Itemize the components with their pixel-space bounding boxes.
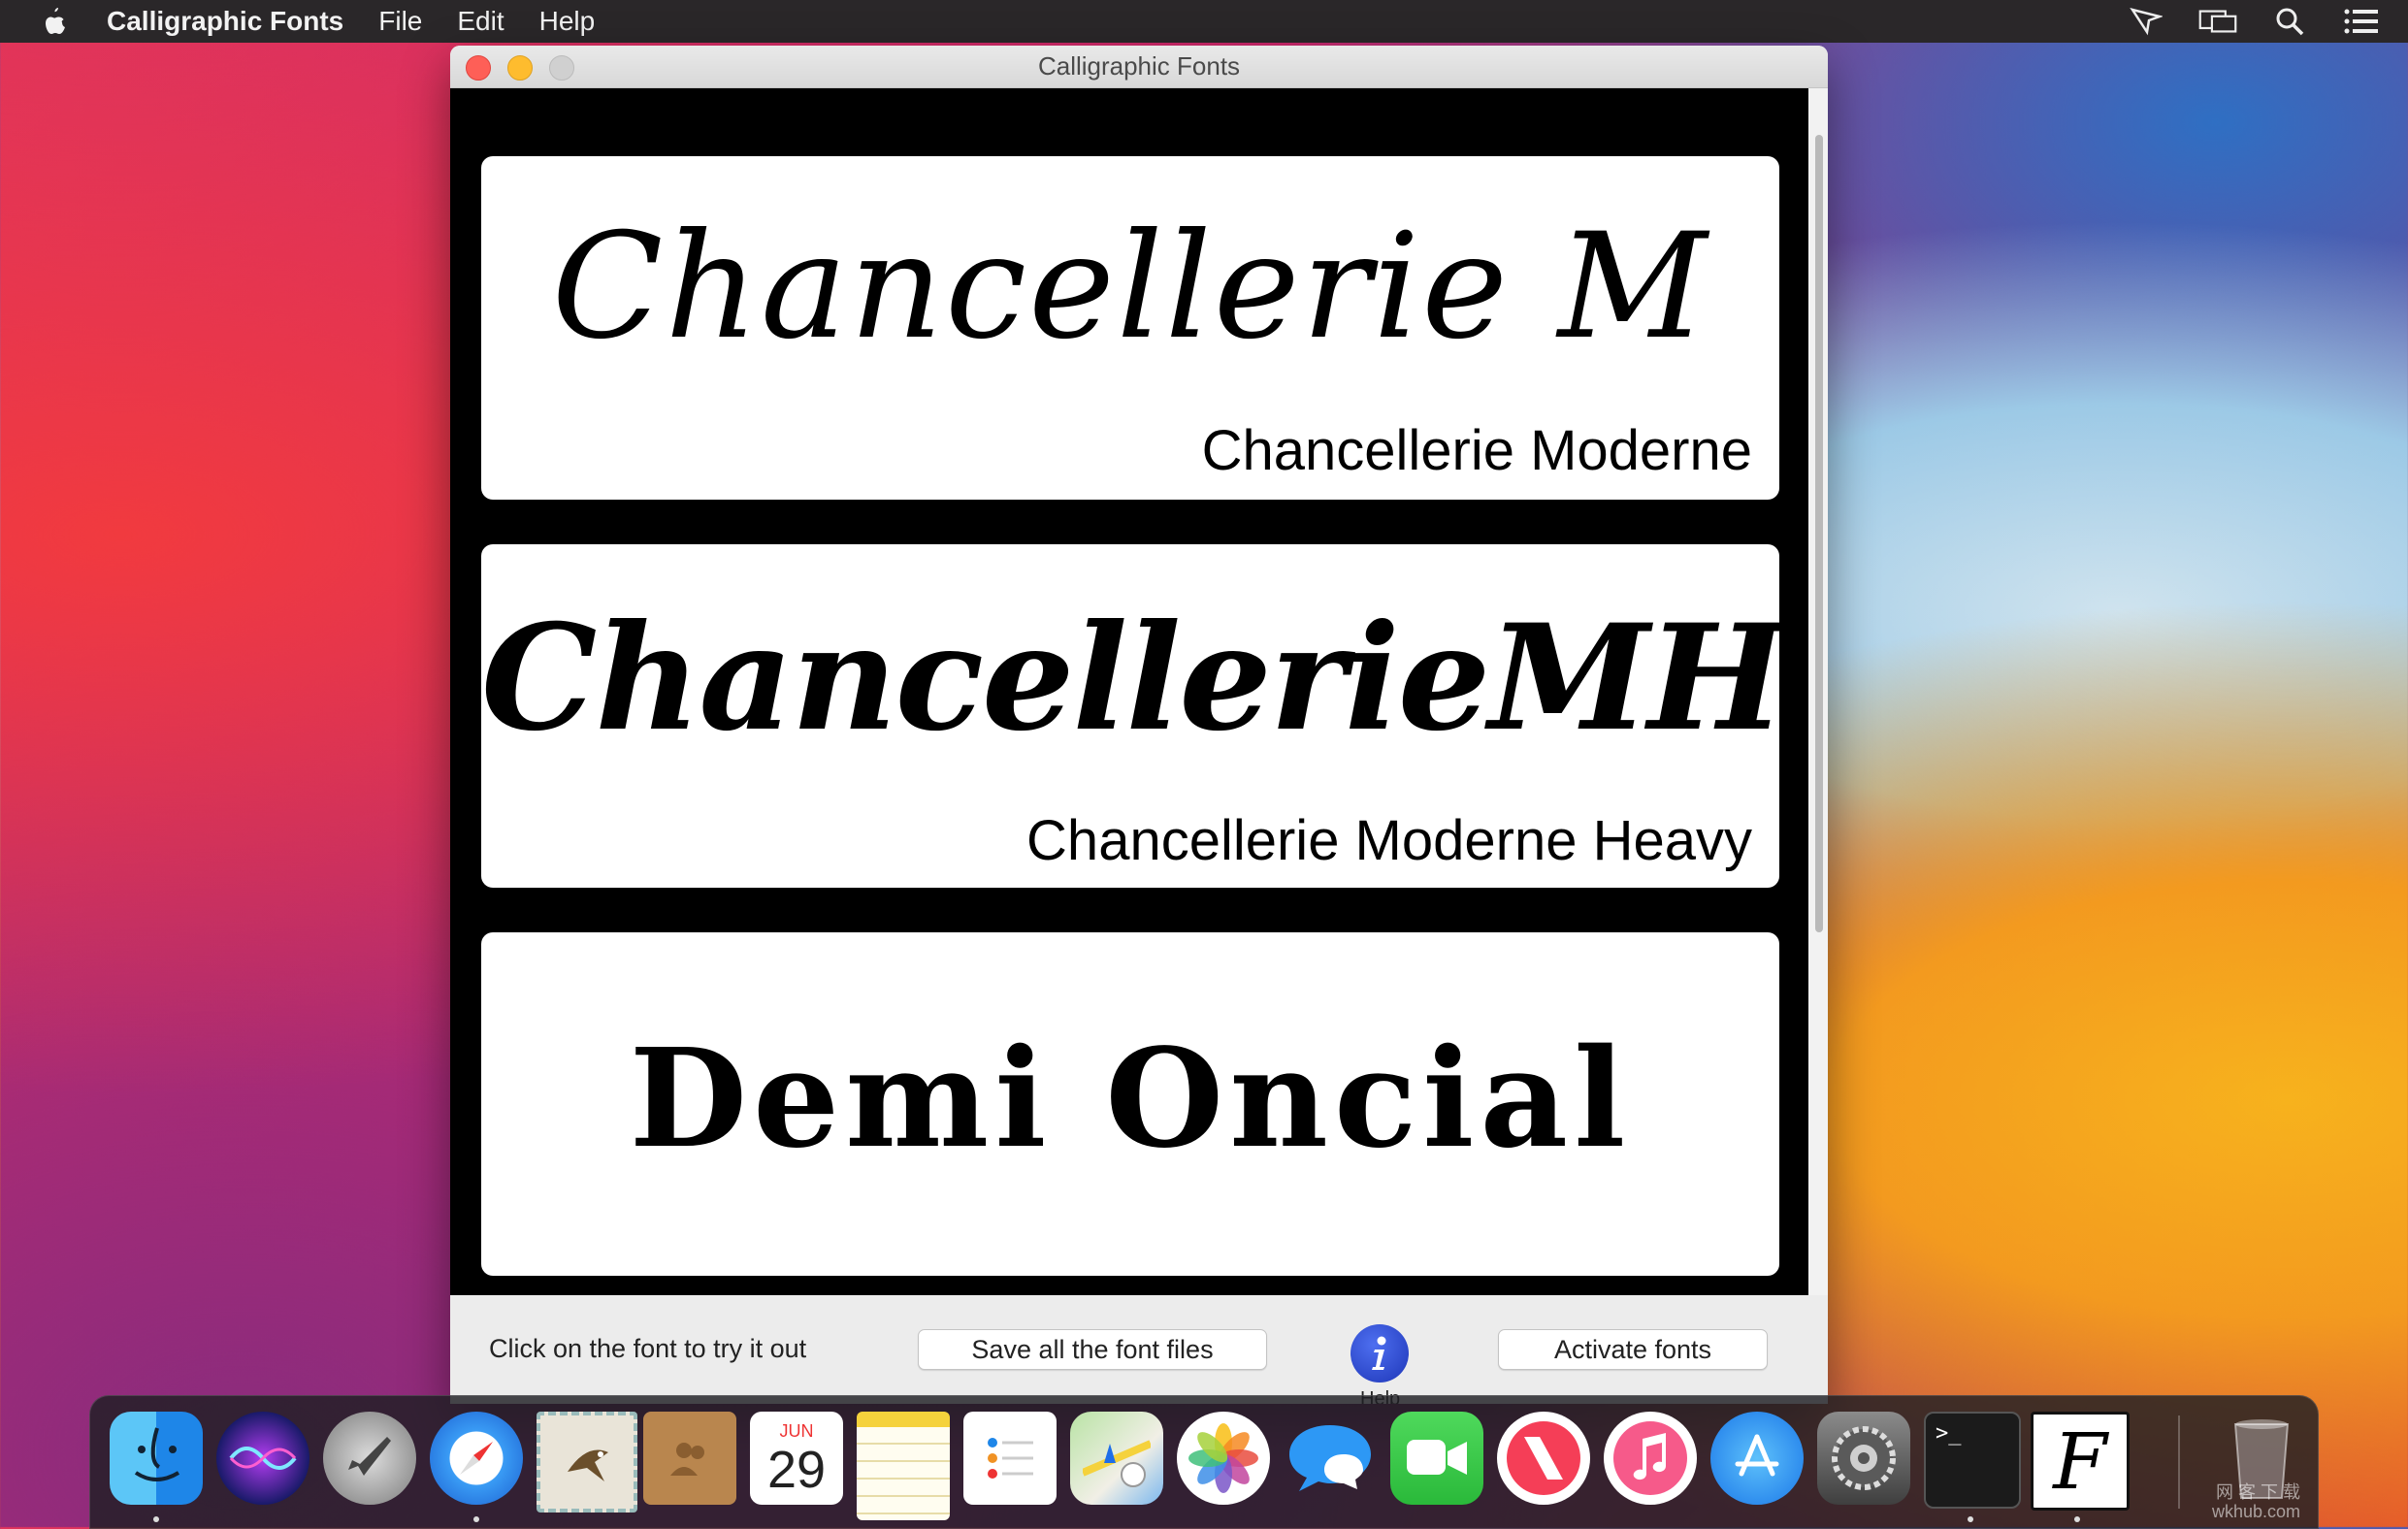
window-controls	[466, 55, 574, 81]
font-sample: Chancellerie M	[551, 203, 1709, 372]
activate-fonts-button[interactable]: Activate fonts	[1498, 1329, 1768, 1370]
contacts-icon[interactable]	[643, 1412, 736, 1505]
watermark: 网 客 下 载 wkhub.com	[2212, 1483, 2300, 1522]
calendar-day: 29	[766, 1440, 827, 1499]
facetime-icon[interactable]	[1390, 1412, 1483, 1505]
app-letter: F	[2053, 1415, 2107, 1507]
photos-icon[interactable]	[1177, 1412, 1270, 1505]
close-window-button[interactable]	[466, 55, 491, 81]
music-icon[interactable]	[1604, 1412, 1697, 1505]
font-card-chancellerie-moderne[interactable]: Chancellerie M Chancellerie Moderne	[481, 156, 1779, 500]
help-button[interactable]	[1350, 1324, 1409, 1383]
bottom-controls: Click on the font to try it out Save all…	[450, 1295, 1828, 1404]
messages-icon[interactable]	[1284, 1412, 1377, 1505]
terminal-prompt: >_	[1936, 1421, 1962, 1446]
watermark-line1: 网 客 下 载	[2215, 1482, 2300, 1503]
dock: JUN 29 >_ F 网 客 下 载 wkhub.com	[89, 1395, 2319, 1529]
news-icon[interactable]	[1497, 1412, 1590, 1505]
reminders-icon[interactable]	[963, 1412, 1057, 1505]
notification-center-icon[interactable]	[2342, 5, 2381, 38]
status-area	[2127, 0, 2381, 43]
dock-divider	[2178, 1415, 2180, 1509]
menu-app-name[interactable]: Calligraphic Fonts	[107, 6, 343, 37]
menu-edit[interactable]: Edit	[457, 6, 504, 37]
running-indicator	[473, 1516, 479, 1522]
display-mirroring-icon[interactable]	[2198, 5, 2237, 38]
vertical-scrollbar[interactable]	[1808, 88, 1828, 1295]
notes-icon[interactable]	[857, 1412, 950, 1520]
window-title: Calligraphic Fonts	[1037, 51, 1241, 81]
calendar-month: JUN	[779, 1420, 814, 1441]
zoom-window-button[interactable]	[549, 55, 574, 81]
calendar-icon[interactable]: JUN 29	[750, 1412, 843, 1505]
apple-icon[interactable]	[37, 5, 70, 38]
launchpad-icon[interactable]	[323, 1412, 416, 1505]
running-indicator	[153, 1516, 159, 1522]
running-indicator	[2074, 1516, 2080, 1522]
hint-text: Click on the font to try it out	[489, 1334, 807, 1363]
menu-bar: Calligraphic Fonts File Edit Help	[0, 0, 2408, 43]
font-name-label: Chancellerie Moderne Heavy	[1026, 809, 1752, 872]
watermark-line2: wkhub.com	[2211, 1502, 2300, 1522]
mail-icon[interactable]	[537, 1412, 637, 1513]
font-card-chancellerie-moderne-heavy[interactable]: ChancellerieMH Chancellerie Moderne Heav…	[481, 544, 1779, 888]
app-window: Calligraphic Fonts Chancellerie M Chance…	[450, 46, 1828, 1404]
font-sample: Demi Oncial	[629, 1020, 1632, 1179]
font-sample: ChancellerieMH	[481, 593, 1779, 764]
siri-icon[interactable]	[216, 1412, 309, 1505]
save-font-files-button[interactable]: Save all the font files	[918, 1329, 1267, 1370]
running-indicator	[1968, 1516, 1973, 1522]
font-list: Chancellerie M Chancellerie Moderne Chan…	[450, 88, 1808, 1295]
title-bar[interactable]: Calligraphic Fonts	[450, 46, 1828, 88]
terminal-icon[interactable]: >_	[1924, 1412, 2021, 1509]
system-preferences-icon[interactable]	[1817, 1412, 1910, 1505]
info-icon	[1372, 1336, 1386, 1370]
calligraphic-fonts-app-icon[interactable]: F	[2031, 1412, 2130, 1511]
safari-icon[interactable]	[430, 1412, 523, 1505]
spotlight-search-icon[interactable]	[2270, 5, 2309, 38]
menu-file[interactable]: File	[378, 6, 422, 37]
menu-help[interactable]: Help	[539, 6, 596, 37]
font-name-label: Chancellerie Moderne	[1201, 419, 1752, 482]
font-card-demi-oncial[interactable]: Demi Oncial	[481, 932, 1779, 1276]
finder-icon[interactable]	[110, 1412, 203, 1505]
minimize-window-button[interactable]	[507, 55, 533, 81]
airplay-icon[interactable]	[2127, 5, 2165, 38]
app-store-icon[interactable]	[1710, 1412, 1804, 1505]
maps-icon[interactable]	[1070, 1412, 1163, 1505]
scroll-thumb[interactable]	[1815, 135, 1823, 932]
